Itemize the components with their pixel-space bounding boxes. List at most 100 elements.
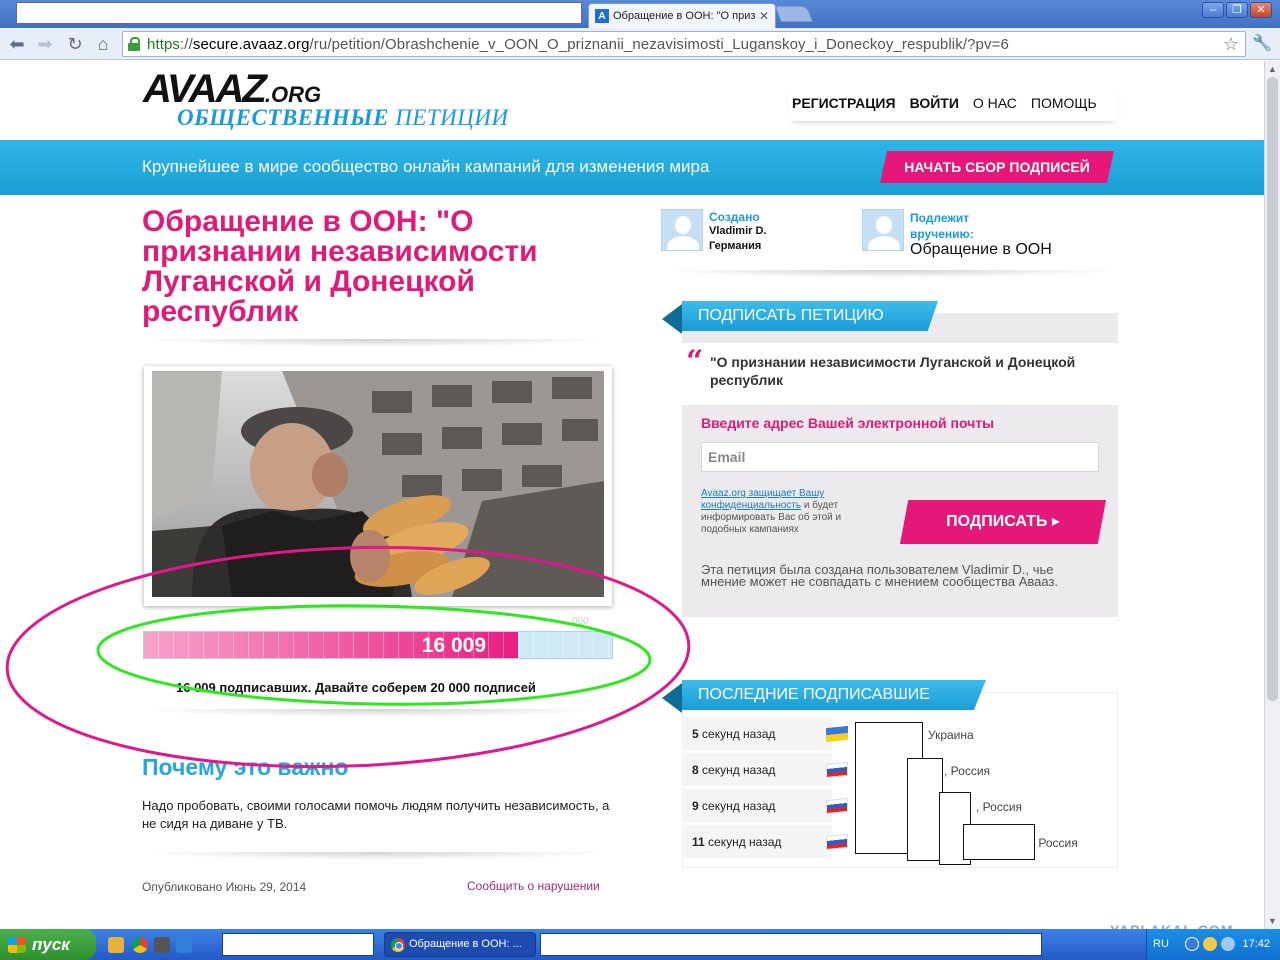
quote-mark-icon: “ bbox=[686, 344, 704, 379]
quicklaunch-ie-icon[interactable] bbox=[176, 937, 192, 953]
email-input[interactable] bbox=[701, 442, 1099, 472]
email-label: Введите адрес Вашей электронной почты bbox=[701, 415, 995, 431]
page-scrollbar[interactable]: ▲ ▼ bbox=[1264, 61, 1280, 929]
home-icon[interactable]: ⌂ bbox=[92, 33, 114, 55]
close-window-button[interactable]: ✕ bbox=[1250, 2, 1272, 18]
sign-petition-ribbon: ПОДПИСАТЬ ПЕТИЦИЮ bbox=[682, 301, 938, 331]
tray-network-icon[interactable] bbox=[1221, 937, 1235, 951]
quicklaunch-chrome-icon[interactable] bbox=[132, 937, 148, 953]
url-text: https://secure.avaaz.org/ru/petition/Obr… bbox=[147, 35, 1009, 53]
report-abuse-link[interactable]: Сообщить о нарушении bbox=[467, 879, 600, 893]
scroll-thumb[interactable] bbox=[1267, 77, 1278, 701]
progress-caption: 16 009 подписавших. Давайте соберем 20 0… bbox=[176, 680, 536, 695]
petition-photo bbox=[152, 371, 604, 597]
petition-quote: "О признании независимости Луганской и Д… bbox=[710, 354, 1076, 388]
banner-tagline: Крупнейшее в мире сообщество онлайн камп… bbox=[142, 157, 710, 176]
scroll-down-icon[interactable]: ▼ bbox=[1265, 913, 1280, 929]
creator-disclaimer: Эта петиция была создана пользователем V… bbox=[701, 562, 1059, 589]
system-tray: RU 17:42 bbox=[1146, 929, 1280, 960]
start-label: пуск bbox=[32, 935, 70, 954]
wrench-menu-icon[interactable]: 🔧 bbox=[1252, 33, 1272, 53]
progress-ticks bbox=[144, 632, 612, 658]
divider bbox=[660, 270, 1118, 278]
reload-icon[interactable]: ↻ bbox=[64, 33, 86, 55]
petition-title: Обращение в ООН: "О признании независимо… bbox=[142, 205, 538, 328]
start-button[interactable]: пуск bbox=[0, 929, 96, 960]
signature-progress-bar: 16 009 bbox=[143, 631, 613, 659]
signer-time-num: 5 bbox=[692, 727, 699, 741]
address-bar[interactable]: https://secure.avaaz.org/ru/petition/Obr… bbox=[122, 31, 1246, 57]
ribbon-fold bbox=[662, 304, 682, 334]
sign-button[interactable]: ПОДПИСАТЬ ▸ bbox=[900, 500, 1106, 544]
tab-title: Обращение в ООН: "О приз bbox=[613, 10, 756, 22]
russia-flag-icon bbox=[826, 833, 848, 851]
browser-toolbar: ⬅ ➡ ↻ ⌂ https://secure.avaaz.org/ru/peti… bbox=[0, 28, 1280, 60]
bookmark-star-icon[interactable]: ☆ bbox=[1223, 34, 1239, 55]
why-important-heading: Почему это важно bbox=[142, 754, 349, 780]
back-arrow-icon[interactable]: ⬅ bbox=[6, 33, 28, 55]
signer-row: 9 секунд назад bbox=[682, 789, 848, 823]
page-viewport: AVAAZ.ORG ОБЩЕСТВЕННЫЕ ПЕТИЦИИ РЕГИСТРАЦ… bbox=[0, 61, 1264, 929]
ukraine-flag-icon bbox=[826, 725, 848, 743]
why-important-text: Надо пробовать, своими голосами помочь л… bbox=[142, 798, 610, 831]
signer-place: , Россия bbox=[976, 800, 1023, 814]
nav-help-link[interactable]: ПОМОЩЬ bbox=[1031, 95, 1097, 111]
creator-name: Vladimir D. bbox=[709, 225, 767, 237]
clock: 17:42 bbox=[1242, 938, 1270, 950]
signer-time-rest: секунд назад bbox=[698, 727, 776, 741]
taskbar: пуск Обращение в ООН: ... RU 17:42 bbox=[0, 929, 1280, 960]
divider bbox=[142, 852, 612, 860]
close-tab-icon[interactable]: ✕ bbox=[757, 9, 771, 23]
creator-country: Германия bbox=[709, 240, 762, 252]
window-controls: – ❐ ✕ bbox=[1202, 2, 1272, 18]
russia-flag-icon bbox=[826, 797, 848, 815]
new-tab-button[interactable] bbox=[775, 6, 813, 22]
redacted-task bbox=[222, 933, 374, 956]
progress-goal-label: 000 bbox=[572, 616, 589, 627]
signer-time-rest: секунд назад bbox=[704, 835, 782, 849]
signer-time-rest: секунд назад bbox=[698, 799, 776, 813]
quicklaunch-folder-icon[interactable] bbox=[108, 937, 124, 953]
nav-login-link[interactable]: ВОЙТИ bbox=[910, 95, 959, 111]
signature-count: 16 009 bbox=[421, 634, 486, 657]
recipient-value: Обращение в ООН bbox=[910, 241, 1052, 258]
signer-row: 5 секунд назад bbox=[682, 717, 848, 751]
divider bbox=[142, 709, 612, 717]
quicklaunch-app-icon[interactable] bbox=[154, 937, 170, 953]
signer-time-rest: секунд назад bbox=[698, 763, 776, 777]
ribbon-fold bbox=[662, 683, 682, 713]
published-date: Опубликовано Июнь 29, 2014 bbox=[142, 880, 307, 894]
tray-messenger-icon[interactable] bbox=[1203, 937, 1217, 951]
signer-row: 11 секунд назад bbox=[682, 825, 848, 859]
tray-arrow-icon[interactable] bbox=[1185, 937, 1199, 951]
taskbar-chrome-window[interactable]: Обращение в ООН: ... bbox=[384, 932, 536, 957]
start-petition-button[interactable]: НАЧАТЬ СБОР ПОДПИСЕЙ bbox=[880, 151, 1114, 183]
restore-button[interactable]: ❐ bbox=[1226, 2, 1248, 18]
language-indicator[interactable]: RU bbox=[1153, 938, 1169, 950]
redaction-box bbox=[907, 758, 943, 861]
minimize-button[interactable]: – bbox=[1202, 2, 1224, 18]
logo-org: .ORG bbox=[264, 82, 322, 107]
top-nav: РЕГИСТРАЦИЯ ВОЙТИ О НАС ПОМОЩЬ bbox=[788, 85, 1118, 121]
scroll-up-icon[interactable]: ▲ bbox=[1265, 61, 1280, 77]
avaaz-logo[interactable]: AVAAZ.ORG ОБЩЕСТВЕННЫЕ ПЕТИЦИИ bbox=[143, 69, 508, 130]
logo-sub-bold: ОБЩЕСТВЕННЫЕ bbox=[177, 105, 389, 130]
logo-sub-rest: ПЕТИЦИИ bbox=[388, 105, 509, 130]
creator-label: Создано bbox=[709, 210, 760, 224]
recent-signers-ribbon: ПОСЛЕДНИЕ ПОДПИСАВШИЕ bbox=[682, 680, 986, 710]
forward-arrow-icon[interactable]: ➡ bbox=[34, 33, 56, 55]
redaction-box bbox=[963, 824, 1035, 860]
signer-time-num: 11 bbox=[692, 835, 705, 849]
tab-petition[interactable]: A Обращение в ООН: "О приз ✕ bbox=[588, 3, 776, 28]
recipient-label: Подлежит вручению: bbox=[910, 211, 974, 241]
signer-row: 8 секунд назад bbox=[682, 753, 848, 787]
privacy-note: Avaaz.org защищает Вашу конфиденциальнос… bbox=[701, 488, 887, 536]
signer-time-num: 8 bbox=[692, 763, 699, 777]
tagline-banner: Крупнейшее в мире сообщество онлайн камп… bbox=[0, 140, 1264, 195]
signer-place: Украина bbox=[928, 728, 974, 742]
windows-logo-icon bbox=[8, 937, 26, 953]
lock-icon bbox=[127, 37, 141, 51]
nav-about-link[interactable]: О НАС bbox=[973, 95, 1017, 111]
nav-register-link[interactable]: РЕГИСТРАЦИЯ bbox=[792, 95, 896, 111]
creator-avatar bbox=[661, 209, 703, 251]
